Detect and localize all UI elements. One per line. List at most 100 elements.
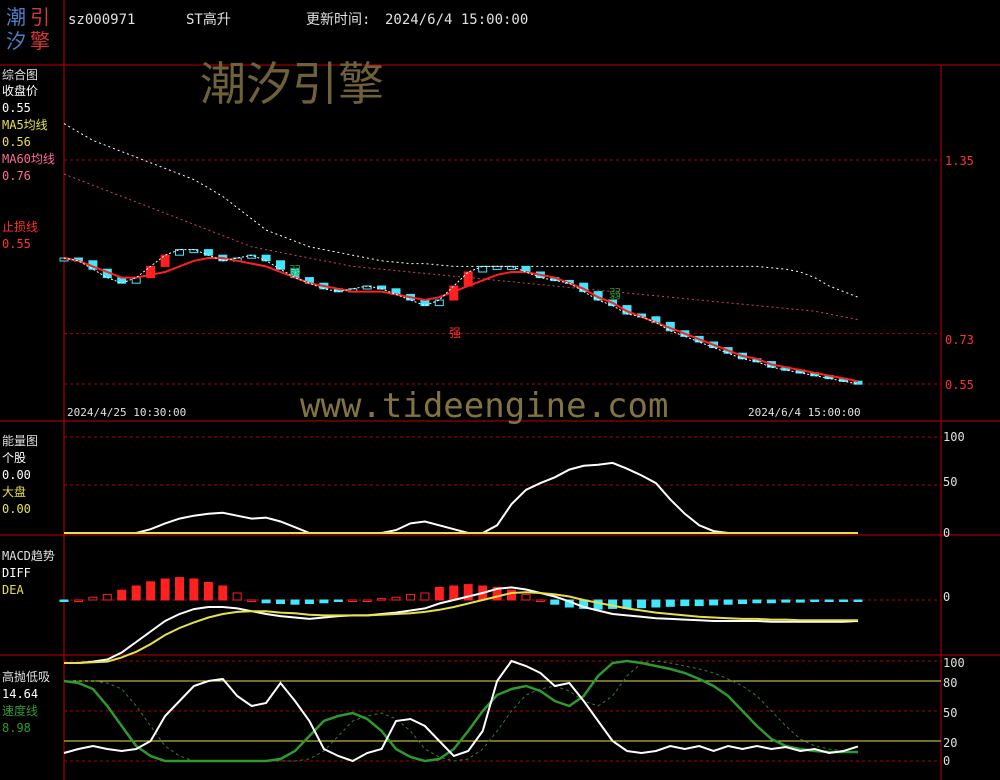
macd-histogram-bar bbox=[131, 585, 141, 601]
legend-stoploss-label: 止损线 bbox=[2, 220, 39, 234]
grid-lines bbox=[64, 159, 941, 762]
macd-histogram-bar bbox=[507, 589, 516, 601]
legend-speed-label: 速度线 bbox=[2, 704, 39, 718]
macd-histogram-bar bbox=[362, 599, 372, 602]
annotation-weak: 弱 bbox=[609, 287, 622, 301]
macd-histogram-bar bbox=[738, 599, 747, 604]
y-tick-label: 0 bbox=[943, 590, 951, 604]
macd-histogram-bar bbox=[434, 586, 444, 601]
macd-histogram-bar bbox=[218, 585, 228, 601]
macd-histogram-bar bbox=[694, 599, 704, 607]
legend-ma5-value: 0.56 bbox=[2, 135, 31, 149]
annotation-strong: 强 bbox=[449, 326, 462, 340]
legend-ma60-label: MA60均线 bbox=[2, 152, 55, 166]
macd-histogram-bar bbox=[680, 599, 690, 607]
price-candle bbox=[434, 299, 444, 307]
legend-osc-value: 14.64 bbox=[2, 687, 39, 701]
macd-histogram-bar bbox=[637, 599, 646, 609]
y-tick-label: 0 bbox=[943, 754, 951, 768]
price-candle bbox=[478, 265, 488, 273]
legend-ma60-value: 0.76 bbox=[2, 169, 31, 183]
macd-histogram-bar bbox=[73, 599, 83, 602]
macd-histogram-bar bbox=[59, 599, 69, 602]
macd-histogram-bar bbox=[766, 599, 776, 604]
macd-histogram-bar bbox=[723, 599, 733, 605]
macd-histogram-bar bbox=[420, 592, 430, 601]
macd-histogram-bar bbox=[752, 599, 762, 604]
macd-histogram-bar bbox=[348, 599, 358, 602]
legend-close-label: 收盘价 bbox=[2, 84, 39, 98]
macd-histogram-bar bbox=[247, 599, 257, 602]
macd-histogram-bar bbox=[146, 581, 156, 601]
macd-histogram-bar bbox=[521, 593, 531, 601]
macd-histogram-bar bbox=[795, 599, 805, 603]
macd-histogram-bar bbox=[810, 599, 820, 602]
x-tick-label: 2024/4/25 10:30:00 bbox=[67, 406, 187, 419]
macd-histogram-bar bbox=[406, 593, 415, 601]
macd-histogram-bar bbox=[160, 578, 170, 601]
macd-histogram-bar bbox=[333, 599, 343, 602]
macd-histogram-bar bbox=[839, 599, 849, 602]
panel-osc-title: 高抛低吸 bbox=[2, 670, 51, 684]
panel-energy-title: 能量图 bbox=[2, 434, 39, 448]
chart-marks bbox=[59, 123, 863, 763]
y-tick-label: 80 bbox=[943, 676, 958, 690]
macd-histogram-bar bbox=[276, 599, 285, 604]
legend-close-value: 0.55 bbox=[2, 101, 31, 115]
panel-main-title: 综合图 bbox=[2, 68, 39, 82]
y-tick-label: 0 bbox=[943, 526, 951, 540]
y-tick-label: 1.35 bbox=[945, 154, 974, 168]
annotation-weak: 弱 bbox=[289, 264, 302, 278]
y-tick-label: 100 bbox=[943, 656, 965, 670]
macd-histogram-bar bbox=[665, 599, 675, 607]
legend-dea-label: DEA bbox=[2, 583, 24, 597]
stoploss-line bbox=[63, 257, 859, 383]
x-tick-label: 2024/6/4 15:00:00 bbox=[748, 406, 861, 419]
y-tick-label: 50 bbox=[943, 475, 958, 489]
macd-histogram-bar bbox=[189, 578, 199, 601]
legend-market-value: 0.00 bbox=[2, 502, 31, 516]
panel-macd-title: MACD趋势 bbox=[2, 549, 55, 563]
macd-histogram-bar bbox=[175, 577, 184, 601]
macd-histogram-bar bbox=[304, 599, 314, 604]
macd-histogram-bar bbox=[88, 596, 98, 601]
watermark-url: www.tideengine.com bbox=[300, 386, 669, 426]
upper-band-line bbox=[63, 123, 859, 298]
macd-histogram-bar bbox=[319, 599, 329, 604]
close-line bbox=[63, 249, 859, 385]
macd-histogram-bar bbox=[261, 599, 271, 604]
legend-stock-value: 0.00 bbox=[2, 468, 31, 482]
legend-stock-label: 个股 bbox=[2, 451, 27, 465]
ma60-line bbox=[63, 173, 859, 321]
price-candle bbox=[261, 254, 271, 262]
energy-stock-line bbox=[64, 461, 858, 534]
price-candle bbox=[276, 260, 285, 270]
macd-histogram-bar bbox=[824, 599, 834, 602]
macd-histogram-bar bbox=[449, 585, 459, 601]
macd-histogram-bar bbox=[651, 599, 661, 608]
macd-histogram-bar bbox=[117, 589, 127, 601]
legend-market-label: 大盘 bbox=[2, 485, 27, 499]
macd-histogram-bar bbox=[102, 593, 112, 601]
y-tick-label: 20 bbox=[943, 736, 958, 750]
legend-ma5-label: MA5均线 bbox=[2, 118, 48, 132]
macd-histogram-bar bbox=[203, 582, 213, 601]
watermark-brand: 潮汐引擎 bbox=[200, 57, 384, 111]
legend-diff-label: DIFF bbox=[2, 566, 31, 580]
macd-histogram-bar bbox=[550, 599, 560, 605]
legend-stoploss-value: 0.55 bbox=[2, 237, 31, 251]
y-tick-label: 100 bbox=[943, 430, 965, 444]
macd-histogram-bar bbox=[391, 596, 401, 601]
macd-histogram-bar bbox=[290, 599, 300, 605]
macd-histogram-bar bbox=[232, 592, 242, 601]
macd-histogram-bar bbox=[535, 599, 545, 602]
macd-histogram-bar bbox=[377, 598, 387, 601]
macd-histogram-bar bbox=[709, 599, 719, 606]
legend-speed-value: 8.98 bbox=[2, 721, 31, 735]
price-candle bbox=[203, 249, 213, 256]
macd-histogram-bar bbox=[781, 599, 791, 603]
y-tick-label: 0.73 bbox=[945, 333, 974, 347]
macd-histogram-bar bbox=[853, 599, 863, 602]
y-tick-label: 0.55 bbox=[945, 378, 974, 392]
y-tick-label: 50 bbox=[943, 706, 958, 720]
